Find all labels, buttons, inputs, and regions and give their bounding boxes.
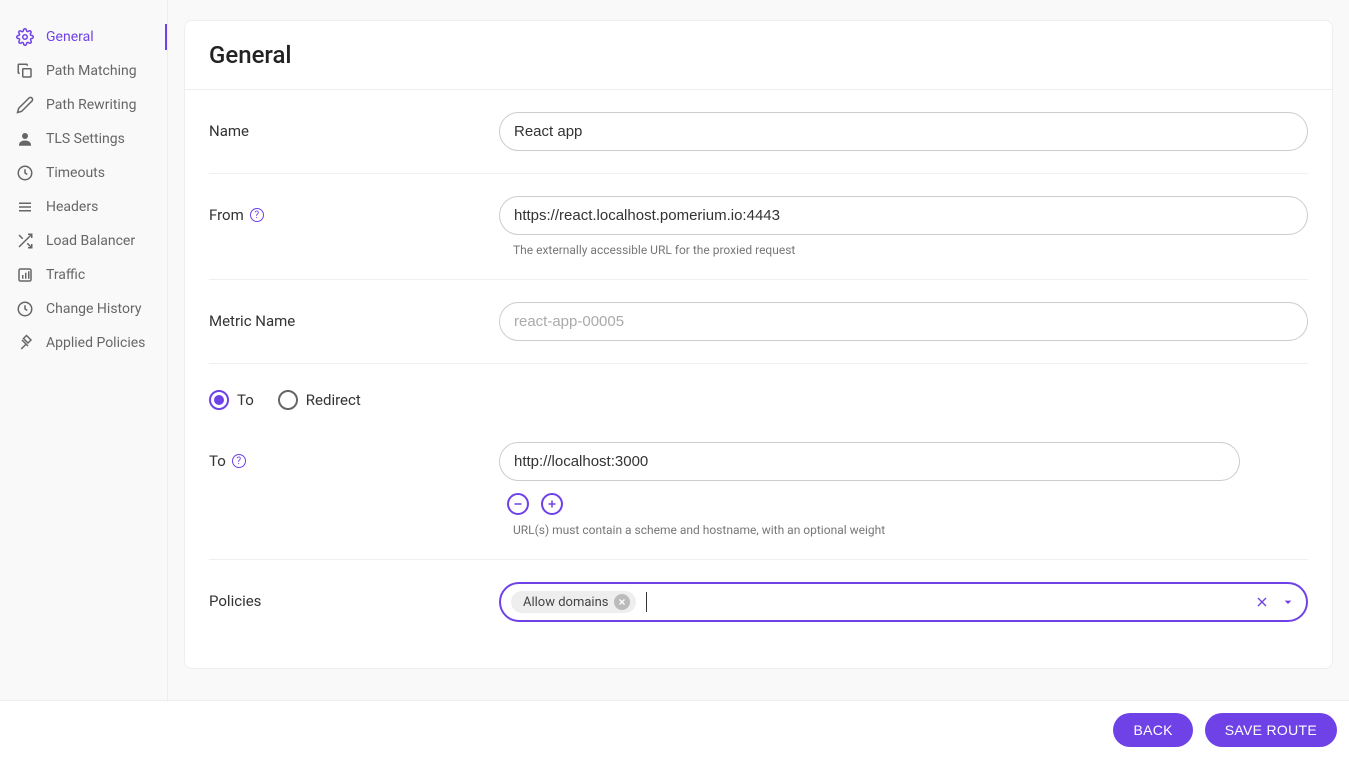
form-row-policies: Policies Allow domains xyxy=(209,560,1308,644)
policies-select[interactable]: Allow domains xyxy=(499,582,1308,622)
clear-icon[interactable] xyxy=(1254,594,1270,610)
save-route-button[interactable]: SAVE ROUTE xyxy=(1205,713,1337,747)
chart-icon xyxy=(16,266,34,284)
person-icon xyxy=(16,130,34,148)
sidebar-item-label: Change History xyxy=(46,301,141,317)
policy-chip-label: Allow domains xyxy=(523,595,608,610)
copy-icon xyxy=(16,62,34,80)
chip-remove-icon[interactable] xyxy=(614,594,630,610)
radio-to-label: To xyxy=(237,391,254,409)
name-label: Name xyxy=(209,112,499,140)
from-label: From xyxy=(209,206,244,224)
metric-name-input[interactable] xyxy=(499,302,1308,341)
sidebar-item-path-rewriting[interactable]: Path Rewriting xyxy=(0,88,167,122)
policy-chip: Allow domains xyxy=(511,591,636,613)
main-content: General Name From ? The extern xyxy=(168,0,1349,700)
footer: BACK SAVE ROUTE xyxy=(0,700,1349,759)
form-row-name: Name xyxy=(209,90,1308,174)
help-icon[interactable]: ? xyxy=(250,208,264,222)
sidebar-item-tls-settings[interactable]: TLS Settings xyxy=(0,122,167,156)
sidebar-item-label: Path Matching xyxy=(46,63,137,79)
form-row-from: From ? The externally accessible URL for… xyxy=(209,174,1308,280)
sidebar-item-label: General xyxy=(46,29,94,45)
form-row-to: To ? xyxy=(209,420,1308,560)
radio-unchecked-icon xyxy=(278,390,298,410)
gavel-icon xyxy=(16,334,34,352)
sidebar-item-label: Traffic xyxy=(46,267,85,283)
add-url-button[interactable] xyxy=(541,493,563,515)
form-row-metric-name: Metric Name xyxy=(209,280,1308,364)
sidebar-item-traffic[interactable]: Traffic xyxy=(0,258,167,292)
help-icon[interactable]: ? xyxy=(232,454,246,468)
sidebar-item-label: Applied Policies xyxy=(46,335,145,351)
dropdown-icon[interactable] xyxy=(1280,594,1296,610)
sidebar-item-label: Path Rewriting xyxy=(46,97,136,113)
remove-url-button[interactable] xyxy=(507,493,529,515)
name-input[interactable] xyxy=(499,112,1308,151)
clock-icon xyxy=(16,164,34,182)
form-row-radio: To Redirect xyxy=(209,364,1308,420)
metric-name-label: Metric Name xyxy=(209,302,499,330)
radio-redirect-label: Redirect xyxy=(306,391,361,409)
sidebar-item-general[interactable]: General xyxy=(0,20,167,54)
page-title: General xyxy=(209,41,1308,69)
sidebar-item-change-history[interactable]: Change History xyxy=(0,292,167,326)
from-input[interactable] xyxy=(499,196,1308,235)
sidebar-item-timeouts[interactable]: Timeouts xyxy=(0,156,167,190)
shuffle-icon xyxy=(16,232,34,250)
pencil-icon xyxy=(16,96,34,114)
to-help-text: URL(s) must contain a scheme and hostnam… xyxy=(499,523,1308,537)
sidebar-item-label: Load Balancer xyxy=(46,233,135,249)
sidebar-item-applied-policies[interactable]: Applied Policies xyxy=(0,326,167,360)
sidebar-item-label: Timeouts xyxy=(46,165,105,181)
sidebar: General Path Matching Path Rewriting TLS… xyxy=(0,0,168,700)
from-help-text: The externally accessible URL for the pr… xyxy=(499,243,1308,257)
sidebar-item-headers[interactable]: Headers xyxy=(0,190,167,224)
radio-to[interactable]: To xyxy=(209,390,254,410)
text-cursor xyxy=(646,592,647,612)
to-input[interactable] xyxy=(499,442,1240,481)
lines-icon xyxy=(16,198,34,216)
sidebar-item-path-matching[interactable]: Path Matching xyxy=(0,54,167,88)
radio-checked-icon xyxy=(209,390,229,410)
back-button[interactable]: BACK xyxy=(1113,713,1192,747)
sidebar-item-label: TLS Settings xyxy=(46,131,125,147)
sidebar-item-label: Headers xyxy=(46,199,98,215)
to-label: To xyxy=(209,452,226,470)
settings-card: General Name From ? The extern xyxy=(184,20,1333,669)
radio-redirect[interactable]: Redirect xyxy=(278,390,361,410)
policies-label: Policies xyxy=(209,582,499,610)
gear-icon xyxy=(16,28,34,46)
clock-icon xyxy=(16,300,34,318)
sidebar-item-load-balancer[interactable]: Load Balancer xyxy=(0,224,167,258)
